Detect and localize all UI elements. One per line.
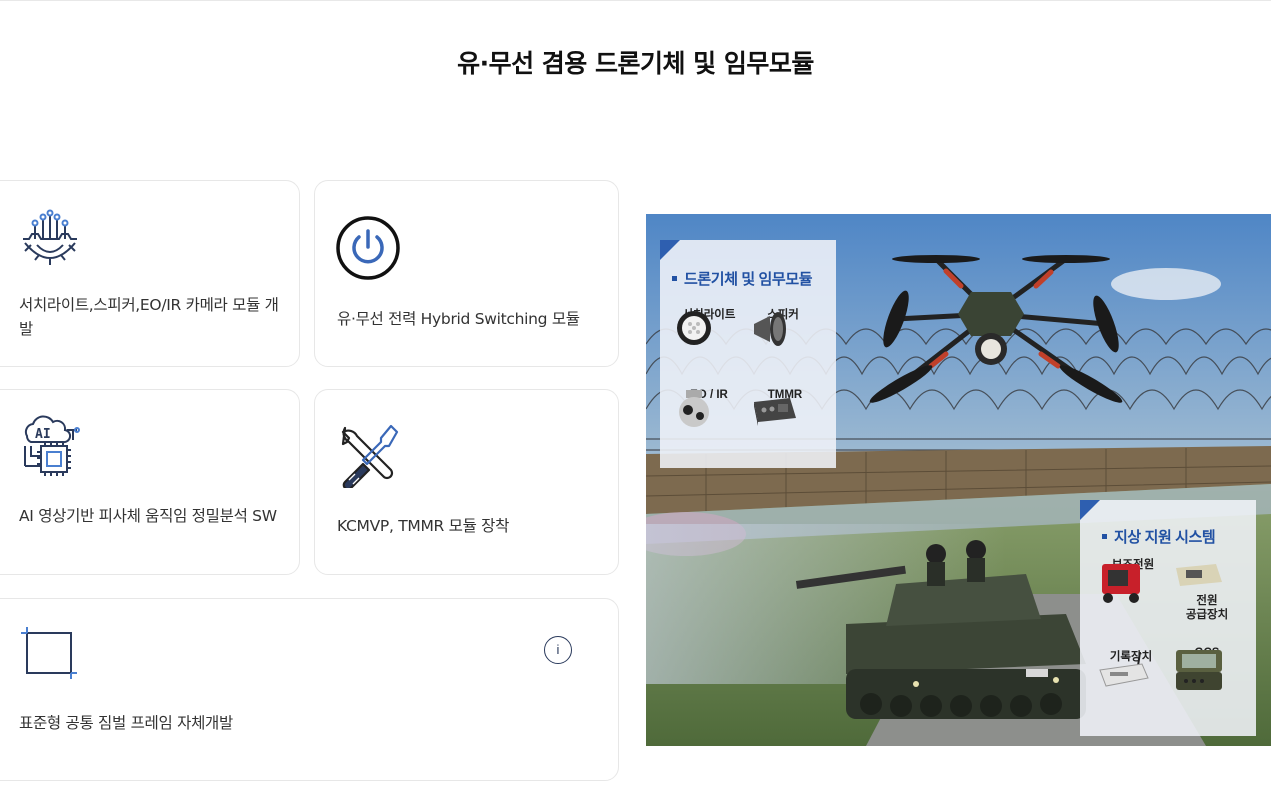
card-label: 서치라이트,스피커,EO/IR 카메라 모듈 개발 bbox=[19, 296, 279, 338]
power-icon bbox=[335, 215, 401, 281]
drone-module-panel: 드론기체 및 임무모듈 서치라이트 스피커 EO / IR TMMR bbox=[660, 240, 836, 468]
eoir-item: EO / IR bbox=[674, 388, 744, 427]
card-label: AI 영상기반 피사체 움직임 정밀분석 SW bbox=[19, 507, 277, 525]
info-button[interactable]: i bbox=[544, 636, 572, 664]
feature-card-ai-analysis: AI AI 영상기반 피사체 움직임 정밀분석 SW bbox=[0, 389, 300, 575]
aux-power-item: 보조전원 bbox=[1098, 558, 1168, 603]
searchlight-item: 서치라이트 bbox=[674, 308, 744, 345]
card-label: 유·무선 전력 Hybrid Switching 모듈 bbox=[337, 310, 580, 328]
svg-text:AI: AI bbox=[35, 427, 51, 442]
tmmr-item: TMMR bbox=[750, 388, 820, 426]
panel-corner bbox=[660, 240, 680, 260]
gcs-item: GCS bbox=[1172, 646, 1242, 690]
page: 유·무선 겸용 드론기체 및 임무모듈 서치라이트,스피커,EO/IR 카메라 … bbox=[0, 0, 1271, 811]
tmmr-radio-icon bbox=[754, 398, 796, 426]
title-wrap: 유·무선 겸용 드론기체 및 임무모듈 bbox=[0, 44, 1271, 80]
power-supply-icon bbox=[1176, 564, 1222, 586]
speaker-item: 스피커 bbox=[748, 308, 818, 346]
eoir-camera-icon bbox=[679, 390, 709, 427]
wrench-screwdriver-icon bbox=[335, 422, 401, 491]
searchlight-icon bbox=[677, 311, 711, 345]
feature-card-kcmvp: KCMVP, TMMR 모듈 장착 bbox=[314, 389, 619, 575]
ground-panel-title: 지상 지원 시스템 bbox=[1102, 526, 1216, 547]
recorder-item: 기록장치 bbox=[1096, 650, 1166, 687]
card-label: KCMVP, TMMR 모듈 장착 bbox=[337, 517, 510, 535]
power-supply-item: 전원 공급장치 bbox=[1172, 558, 1242, 640]
feature-card-hybrid-switching: 유·무선 전력 Hybrid Switching 모듈 bbox=[314, 180, 619, 367]
recorder-icon bbox=[1099, 651, 1149, 687]
crop-frame-icon bbox=[17, 623, 83, 689]
gcs-case-icon bbox=[1176, 650, 1222, 690]
ground-support-panel: 지상 지원 시스템 보조전원 전원 공급장치 bbox=[1080, 500, 1256, 736]
page-title-text: 유·무선 겸용 드론기체 및 임무모듈 bbox=[457, 49, 814, 78]
product-illustration: 드론기체 및 임무모듈 서치라이트 스피커 EO / IR TMMR 지상 지원… bbox=[646, 214, 1271, 746]
speaker-icon bbox=[754, 312, 786, 346]
page-title: 유·무선 겸용 드론기체 및 임무모듈 bbox=[455, 44, 816, 80]
drone-panel-title: 드론기체 및 임무모듈 bbox=[672, 268, 813, 289]
circuit-gear-icon bbox=[17, 203, 83, 269]
feature-card-gimbal-frame: i 표준형 공통 짐벌 프레임 자체개발 bbox=[0, 598, 619, 781]
card-label: 표준형 공통 짐벌 프레임 자체개발 bbox=[19, 714, 233, 732]
generator-icon bbox=[1102, 564, 1140, 603]
power-supply-label: 전원 공급장치 bbox=[1185, 595, 1229, 621]
ai-chip-icon: AI bbox=[17, 412, 83, 478]
feature-card-module-dev: 서치라이트,스피커,EO/IR 카메라 모듈 개발 bbox=[0, 180, 300, 367]
top-divider bbox=[0, 0, 1271, 1]
panel-corner bbox=[1080, 500, 1100, 520]
